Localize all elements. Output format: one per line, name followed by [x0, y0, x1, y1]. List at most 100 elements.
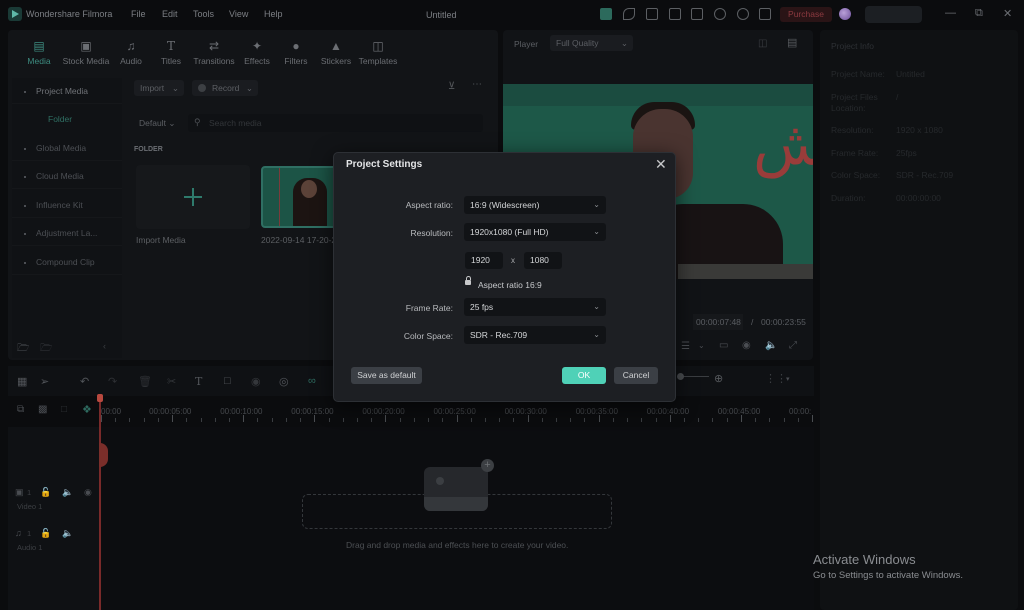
more-options-icon[interactable]: ⋯ — [472, 79, 482, 90]
display-icon[interactable]: ▭ — [719, 340, 728, 351]
minimize-icon[interactable]: — — [945, 7, 956, 19]
search-media-input[interactable]: ⚲ Search media — [188, 114, 483, 132]
video-clip-thumbnail[interactable] — [261, 166, 341, 228]
link-tracks-icon[interactable]: ▩ — [38, 404, 47, 415]
visibility-eye-icon[interactable]: ◉ — [84, 487, 92, 498]
split-scissors-icon[interactable]: ✂ — [167, 375, 176, 388]
link-icon[interactable]: ∞ — [308, 375, 316, 387]
ok-button[interactable]: OK — [562, 367, 606, 384]
headset-support-icon[interactable] — [737, 8, 749, 20]
text-icon[interactable]: T — [195, 375, 202, 388]
frame-rate-select[interactable]: 25 fps ⌄ — [464, 298, 606, 316]
sidebar-item-compound-clip[interactable]: Compound Clip — [12, 249, 122, 275]
sort-dropdown[interactable]: Default ⌄ — [139, 118, 175, 129]
sidebar-item-project-media[interactable]: Project Media — [12, 78, 122, 104]
chevron-down-icon: ⌄ — [593, 330, 600, 339]
mute-icon[interactable]: 🔈 — [62, 487, 73, 498]
resolution-select[interactable]: 1920x1080 (Full HD) ⌄ — [464, 223, 606, 241]
fullscreen-icon[interactable]: ⤢ — [789, 340, 797, 351]
unlock-icon[interactable] — [465, 276, 471, 285]
playhead-handle[interactable] — [97, 394, 103, 402]
mute-icon[interactable]: 🔈 — [62, 528, 73, 539]
ruler-tick — [797, 418, 799, 422]
color-space-select[interactable]: SDR - Rec.709 ⌄ — [464, 326, 606, 344]
restore-icon[interactable]: ⧉ — [975, 7, 983, 20]
zoom-slider-handle[interactable] — [677, 373, 684, 380]
select-pointer-icon[interactable]: ➢ — [40, 375, 49, 388]
ruler-tick-label: 00:00 — [101, 407, 122, 416]
aspect-ratio-select[interactable]: 16:9 (Widescreen) ⌄ — [464, 196, 606, 214]
effects-sparkle-icon: ✦ — [251, 39, 263, 53]
rocket-icon[interactable] — [623, 8, 635, 20]
quality-dropdown[interactable]: Full Quality ⌄ — [550, 35, 633, 51]
purchase-button[interactable]: Purchase — [780, 7, 832, 22]
layout-grid-icon[interactable]: ▦ — [17, 375, 27, 388]
audio-track-number: 1 — [27, 529, 32, 538]
menu-tools[interactable]: Tools — [193, 9, 214, 19]
gift-icon[interactable] — [600, 8, 612, 20]
scopes-chart-icon[interactable]: ▤ — [787, 36, 797, 49]
snap-magnet-icon[interactable]: ❖ — [82, 403, 92, 416]
menu-view[interactable]: View — [229, 9, 248, 19]
record-dropdown[interactable]: Record ⌄ — [192, 80, 258, 96]
sidebar-item-cloud-media[interactable]: Cloud Media — [12, 163, 122, 189]
menu-help[interactable]: Help — [264, 9, 283, 19]
color-palette-icon[interactable]: ◉ — [251, 375, 261, 388]
volume-icon[interactable]: 🔈 — [765, 340, 777, 351]
compare-view-icon[interactable]: ◫ — [758, 38, 767, 49]
task-list-icon[interactable] — [646, 8, 658, 20]
snapshot-camera-icon[interactable]: ◉ — [742, 340, 751, 351]
folder-icon[interactable]: 🗁 — [40, 341, 52, 358]
marker-icon[interactable]: ☰ — [681, 341, 690, 352]
clip-icon[interactable]: □ — [61, 404, 67, 415]
delete-icon[interactable]: 🗑 — [138, 375, 152, 388]
save-as-default-button[interactable]: Save as default — [351, 367, 422, 384]
chevron-down-icon[interactable]: ▾ — [786, 375, 790, 383]
filter-icon[interactable]: ⊻ — [448, 81, 455, 92]
menu-file[interactable]: File — [131, 9, 146, 19]
menu-edit[interactable]: Edit — [162, 9, 178, 19]
video-track-number: 1 — [27, 488, 32, 497]
sidebar-item-adjustment-layer[interactable]: Adjustment La... — [12, 220, 122, 246]
new-folder-icon[interactable]: 🗁 — [17, 341, 29, 358]
sidebar-item-folder[interactable]: Folder — [48, 114, 72, 124]
track-height-icon[interactable]: ⋮⋮ — [765, 372, 787, 385]
redo-icon[interactable]: ↷ — [108, 375, 117, 388]
sidebar-item-influence-kit[interactable]: Influence Kit — [12, 192, 122, 218]
tab-stickers[interactable]: ▲ Stickers — [312, 40, 360, 66]
sidebar-item-global-media[interactable]: Global Media — [12, 135, 122, 161]
cancel-button[interactable]: Cancel — [614, 367, 658, 384]
tab-transitions[interactable]: ⇄ Transitions — [190, 40, 238, 66]
tab-titles[interactable]: T Titles — [147, 40, 195, 66]
close-icon[interactable]: ✕ — [655, 156, 667, 172]
zoom-in-icon[interactable]: ⊕ — [714, 372, 723, 385]
lock-icon[interactable]: 🔓 — [40, 487, 51, 498]
collapse-sidebar-icon[interactable]: ‹ — [103, 341, 106, 351]
playhead[interactable] — [99, 396, 101, 610]
zoom-slider[interactable] — [681, 376, 709, 377]
apps-grid-icon[interactable] — [759, 8, 771, 20]
add-plus-icon[interactable]: + — [481, 459, 494, 472]
tab-templates[interactable]: ◫ Templates — [354, 40, 402, 66]
ruler-tick — [556, 418, 558, 422]
save-icon[interactable] — [691, 8, 703, 20]
resolution-label: Resolution: — [410, 228, 453, 238]
width-input[interactable]: 1920 — [465, 252, 503, 269]
cloud-upload-icon[interactable] — [714, 8, 726, 20]
playhead-marker[interactable] — [99, 443, 108, 467]
login-button[interactable] — [865, 6, 922, 23]
tab-media[interactable]: ▤ Media — [15, 40, 63, 66]
tab-stock-media[interactable]: ▣ Stock Media — [62, 40, 110, 66]
import-media-tile[interactable] — [136, 165, 250, 229]
user-avatar[interactable] — [839, 8, 851, 20]
import-dropdown[interactable]: Import ⌄ — [134, 80, 184, 96]
crop-icon[interactable]: □ — [224, 375, 231, 387]
speed-icon[interactable]: ◎ — [279, 375, 289, 388]
close-window-icon[interactable]: ✕ — [1003, 7, 1012, 20]
chevron-down-icon[interactable]: ⌄ — [698, 341, 705, 350]
layout-icon[interactable] — [669, 8, 681, 20]
lock-icon[interactable]: 🔓 — [40, 528, 51, 539]
add-track-icon[interactable]: ⧉ — [17, 404, 24, 415]
height-input[interactable]: 1080 — [524, 252, 562, 269]
undo-icon[interactable]: ↶ — [80, 375, 89, 388]
